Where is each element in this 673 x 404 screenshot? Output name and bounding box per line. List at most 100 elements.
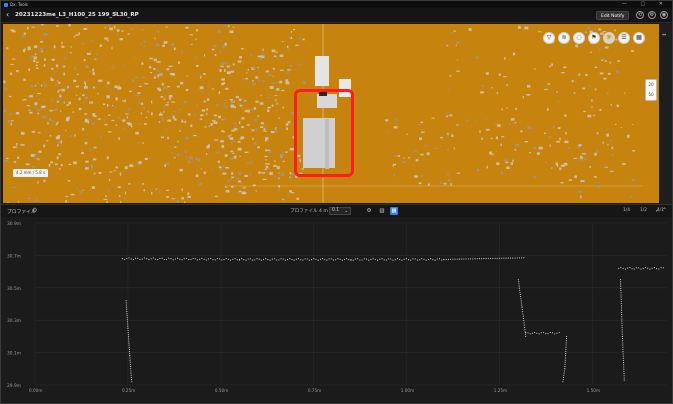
chevron-up-icon[interactable]: ⌃ xyxy=(662,207,667,214)
profile-point xyxy=(621,331,623,333)
profile-point xyxy=(620,281,622,283)
profile-point xyxy=(621,324,623,327)
profile-point xyxy=(407,259,410,261)
profile-point xyxy=(564,363,566,366)
grid-icon[interactable]: ▦ xyxy=(633,32,645,44)
profile-point xyxy=(554,333,556,335)
profile-point xyxy=(514,257,516,259)
profile-point xyxy=(463,258,465,260)
profile-point xyxy=(245,259,247,261)
gear-icon[interactable]: ⚙ xyxy=(365,207,373,215)
profile-point xyxy=(534,331,536,333)
zoom-in-value[interactable]: 20 xyxy=(646,80,656,90)
profile-point xyxy=(621,327,623,329)
profile-point xyxy=(566,335,568,337)
profile-point xyxy=(179,258,181,260)
rate-1-4[interactable]: 1/4 xyxy=(623,208,630,213)
chart-icon[interactable]: ▥ xyxy=(378,207,386,215)
profile-point xyxy=(653,267,655,269)
profile-point xyxy=(238,258,241,260)
profile-point xyxy=(565,353,567,355)
profile-point xyxy=(199,258,201,260)
profile-point xyxy=(146,258,148,260)
profile-point xyxy=(219,258,221,260)
profile-point xyxy=(126,312,128,315)
profile-chart[interactable]: 30.9m 30.7m 30.5m 30.3m 30.1m 29.9m 0.00m 0.25m… xyxy=(1,217,672,403)
layers-icon[interactable]: ≋ xyxy=(558,32,570,44)
filter-icon[interactable]: ▽ xyxy=(543,32,555,44)
profile-point xyxy=(129,359,131,361)
profile-point xyxy=(520,296,522,298)
profile-point xyxy=(131,381,133,383)
profile-point xyxy=(445,258,447,260)
profile-point xyxy=(130,372,132,374)
profile-point xyxy=(519,293,521,296)
rate-1-2[interactable]: 1/2 xyxy=(640,208,647,213)
profile-point xyxy=(658,268,660,270)
profile-point xyxy=(443,258,445,260)
profile-point xyxy=(372,258,374,260)
profile-point xyxy=(128,346,130,348)
profile-point xyxy=(212,259,214,261)
profile-point xyxy=(311,259,313,261)
profile-point xyxy=(522,313,524,315)
window-controls[interactable]: — ▢ ✕ xyxy=(622,1,669,8)
pencil-icon[interactable]: ✎ xyxy=(114,11,119,18)
profile-point xyxy=(622,355,624,357)
settings-icon[interactable]: ⚙ xyxy=(648,11,656,19)
user-icon[interactable]: ◉ xyxy=(660,11,668,19)
flag-icon[interactable]: ⚑ xyxy=(588,32,600,44)
sun-icon[interactable]: ☼ xyxy=(603,32,615,44)
profile-point xyxy=(558,331,560,333)
share-icon[interactable]: ⟲ xyxy=(636,11,644,19)
list-icon[interactable]: ☰ xyxy=(618,32,630,44)
edit-notify-button[interactable]: Edit Notify xyxy=(596,11,630,20)
profile-point xyxy=(390,258,392,260)
profile-point xyxy=(501,257,503,259)
profile-point xyxy=(361,259,363,261)
profile-point xyxy=(139,258,141,260)
y-tick-label: 30.9m xyxy=(7,221,21,227)
profile-point xyxy=(629,267,631,269)
expand-icon[interactable]: ⇔ xyxy=(662,32,666,38)
profile-point xyxy=(483,258,485,260)
profile-point xyxy=(556,332,558,334)
point-cloud-viewport[interactable]: 4.2 mm / 5.8 s ▽ ≋ ◌ ⚑ ☼ ☰ ▦ 20 50 xyxy=(3,24,659,203)
panel-settings-icon[interactable]: ⚙ xyxy=(32,207,37,214)
profile-point xyxy=(620,305,622,307)
profile-point xyxy=(319,258,321,260)
zoom-control[interactable]: 20 50 xyxy=(645,79,657,101)
grid-view-icon[interactable]: ▦ xyxy=(390,207,398,215)
profile-point xyxy=(273,258,276,260)
profile-point xyxy=(130,258,132,260)
zoom-out-value[interactable]: 50 xyxy=(646,90,656,100)
profile-point xyxy=(341,259,343,261)
profile-point xyxy=(620,267,622,269)
range-select[interactable]: 0.1 ⌄ xyxy=(329,207,351,215)
profile-point xyxy=(124,258,126,260)
profile-point xyxy=(518,285,520,287)
profile-point xyxy=(126,308,128,310)
check-icon[interactable]: ✓ xyxy=(655,207,660,214)
light-icon[interactable]: ◌ xyxy=(573,32,585,44)
back-arrow-icon[interactable]: ‹ xyxy=(6,10,9,20)
profile-point xyxy=(306,258,308,260)
profile-point xyxy=(642,268,644,270)
chart-grid xyxy=(34,222,667,386)
profile-point xyxy=(269,259,271,261)
profile-point xyxy=(421,258,423,260)
profile-point xyxy=(620,283,622,285)
profile-point xyxy=(302,259,304,261)
profile-point xyxy=(225,258,227,260)
profile-point xyxy=(622,351,624,353)
profile-point xyxy=(640,268,642,270)
x-tick-label: 1.00m xyxy=(401,388,414,393)
profile-point xyxy=(392,259,394,261)
profile-point xyxy=(565,342,567,344)
profile-point xyxy=(524,329,526,331)
profile-point xyxy=(129,361,131,363)
profile-point xyxy=(549,331,551,334)
profile-point xyxy=(564,359,566,361)
profile-point xyxy=(405,258,407,260)
profile-point xyxy=(425,259,427,261)
